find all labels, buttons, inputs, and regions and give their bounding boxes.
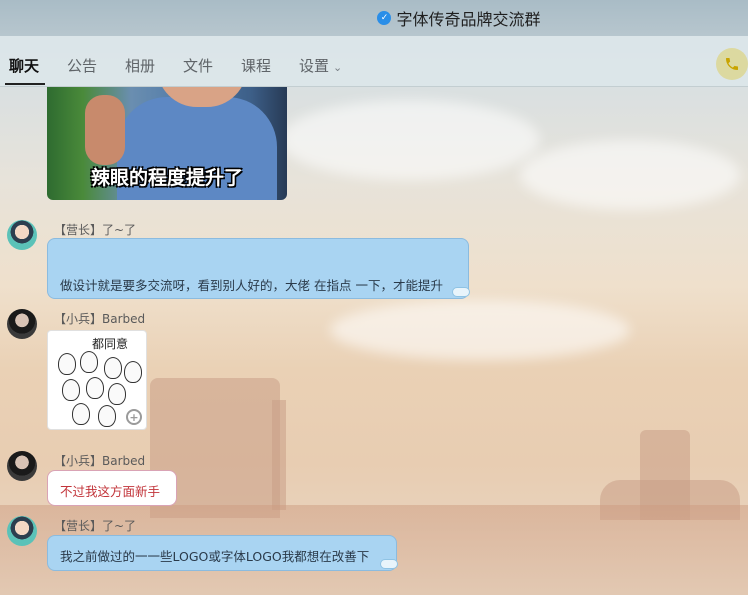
sender-name: 【小兵】Barbed (54, 312, 146, 326)
message-text: 不过我这方面新手 (60, 484, 161, 499)
active-tab-indicator (5, 83, 45, 85)
tab-settings-label: 设置 (299, 57, 330, 75)
message-bubble[interactable]: 不过我这方面新手 (47, 470, 177, 506)
tab-announcements[interactable]: 公告 (67, 55, 97, 76)
message-bubble[interactable]: 我之前做过的一一些LOGO或字体LOGO我都想在改善下 (47, 535, 398, 571)
avatar[interactable] (7, 309, 37, 339)
sender-name: 【小兵】Barbed (54, 454, 146, 468)
title-bar: ✓ 字体传奇品牌交流群 (0, 0, 748, 36)
sender-name: 【营长】了~了 (54, 223, 137, 237)
bubble-decoration-icon (380, 559, 398, 569)
message-text: 我之前做过的一一些LOGO或字体LOGO我都想在改善下 (60, 549, 370, 564)
bubble-decoration-icon (452, 287, 470, 297)
sticker-image[interactable]: 都同意 + (47, 330, 147, 430)
avatar[interactable] (7, 516, 37, 546)
call-button[interactable] (716, 48, 748, 80)
tab-settings[interactable]: 设置 ⌄ (299, 55, 342, 76)
avatar[interactable] (7, 220, 37, 250)
meme-image[interactable]: 辣眼的程度提升了 (47, 87, 287, 200)
sticker-text: 都同意 (92, 337, 129, 351)
group-title: 字体传奇品牌交流群 (396, 10, 541, 29)
sender-name: 【营长】了~了 (54, 519, 137, 533)
tab-bar: 聊天 公告 相册 文件 课程 设置 ⌄ (0, 36, 748, 87)
zoom-icon[interactable]: + (126, 409, 142, 425)
tab-chat[interactable]: 聊天 (9, 55, 39, 76)
tab-files[interactable]: 文件 (183, 55, 213, 76)
tab-album[interactable]: 相册 (125, 55, 155, 76)
message-text: 做设计就是要多交流呀，看到别人好的，大佬 在指点 一下，才能提升 (60, 278, 443, 293)
tab-courses[interactable]: 课程 (241, 55, 271, 76)
message-bubble[interactable]: 做设计就是要多交流呀，看到别人好的，大佬 在指点 一下，才能提升 (47, 238, 470, 299)
phone-icon (726, 58, 738, 70)
avatar[interactable] (7, 451, 37, 481)
chevron-down-icon: ⌄ (333, 61, 343, 74)
verified-badge-icon: ✓ (377, 11, 392, 25)
meme-caption: 辣眼的程度提升了 (90, 167, 243, 189)
